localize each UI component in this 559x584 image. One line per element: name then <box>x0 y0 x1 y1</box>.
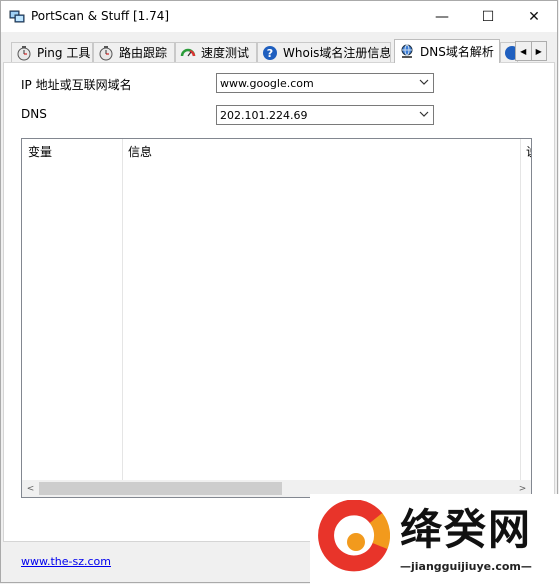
tab-label: 速度测试 <box>201 46 250 60</box>
tab-speedtest[interactable]: 速度测试 <box>175 42 257 62</box>
title-bar: PortScan & Stuff [1.74] — ☐ ✕ <box>1 1 557 32</box>
host-label: IP 地址或互联网域名 <box>21 78 132 92</box>
chevron-down-icon[interactable] <box>419 109 429 119</box>
tab-label: 路由跟踪 <box>119 46 168 60</box>
column-header-description[interactable]: 说 <box>526 143 531 160</box>
watermark-overlay: 绛癸网 —jiangguijiuye.com— <box>310 494 559 584</box>
dns-label: DNS <box>21 107 47 121</box>
question-icon: ? <box>263 45 277 60</box>
website-link[interactable]: www.the-sz.com <box>21 555 111 568</box>
network-icon <box>401 44 413 58</box>
svg-text:?: ? <box>267 47 273 60</box>
column-divider <box>520 139 521 480</box>
tab-label: Ping 工具 <box>37 46 91 60</box>
minimize-button[interactable]: — <box>419 1 465 32</box>
stopwatch-icon <box>99 45 113 60</box>
app-icon <box>9 10 25 23</box>
scroll-left-button[interactable]: < <box>22 480 39 497</box>
scroll-thumb[interactable] <box>39 482 282 495</box>
speedometer-icon <box>180 48 196 56</box>
dns-value: 202.101.224.69 <box>220 109 308 122</box>
stopwatch-icon <box>17 45 31 60</box>
tab-whois[interactable]: ? Whois域名注册信息 <box>257 42 391 62</box>
host-value: www.google.com <box>220 77 314 90</box>
dns-combobox[interactable]: 202.101.224.69 <box>216 105 434 125</box>
column-divider <box>122 139 123 480</box>
tab-traceroute[interactable]: 路由跟踪 <box>93 42 175 62</box>
tab-strip: Ping 工具 路由跟踪 速度测试 ? Whois域名注册信息 DNS域名解析 <box>1 39 557 63</box>
tab-scroll-left-button[interactable]: ◀ <box>516 42 531 60</box>
window-title: PortScan & Stuff [1.74] <box>31 9 170 23</box>
watermark-url: —jiangguijiuye.com— <box>400 560 532 573</box>
tab-label: DNS域名解析 <box>420 45 494 59</box>
maximize-button[interactable]: ☐ <box>465 1 511 32</box>
column-header-variable[interactable]: 变量 <box>28 143 52 160</box>
chevron-down-icon[interactable] <box>419 77 429 87</box>
tab-scroll-buttons: ◀ ▶ <box>515 41 547 61</box>
close-button[interactable]: ✕ <box>511 1 557 32</box>
column-header-info[interactable]: 信息 <box>128 143 152 160</box>
tab-ping[interactable]: Ping 工具 <box>11 42 93 62</box>
watermark-logo-icon <box>318 500 390 572</box>
tab-dns[interactable]: DNS域名解析 <box>394 39 500 63</box>
host-combobox[interactable]: www.google.com <box>216 73 434 93</box>
results-list[interactable]: 变量 信息 说 < > <box>21 138 532 498</box>
watermark-text: 绛癸网 <box>400 505 533 554</box>
tab-scroll-right-button[interactable]: ▶ <box>530 42 547 60</box>
tab-label: Whois域名注册信息 <box>283 46 391 60</box>
